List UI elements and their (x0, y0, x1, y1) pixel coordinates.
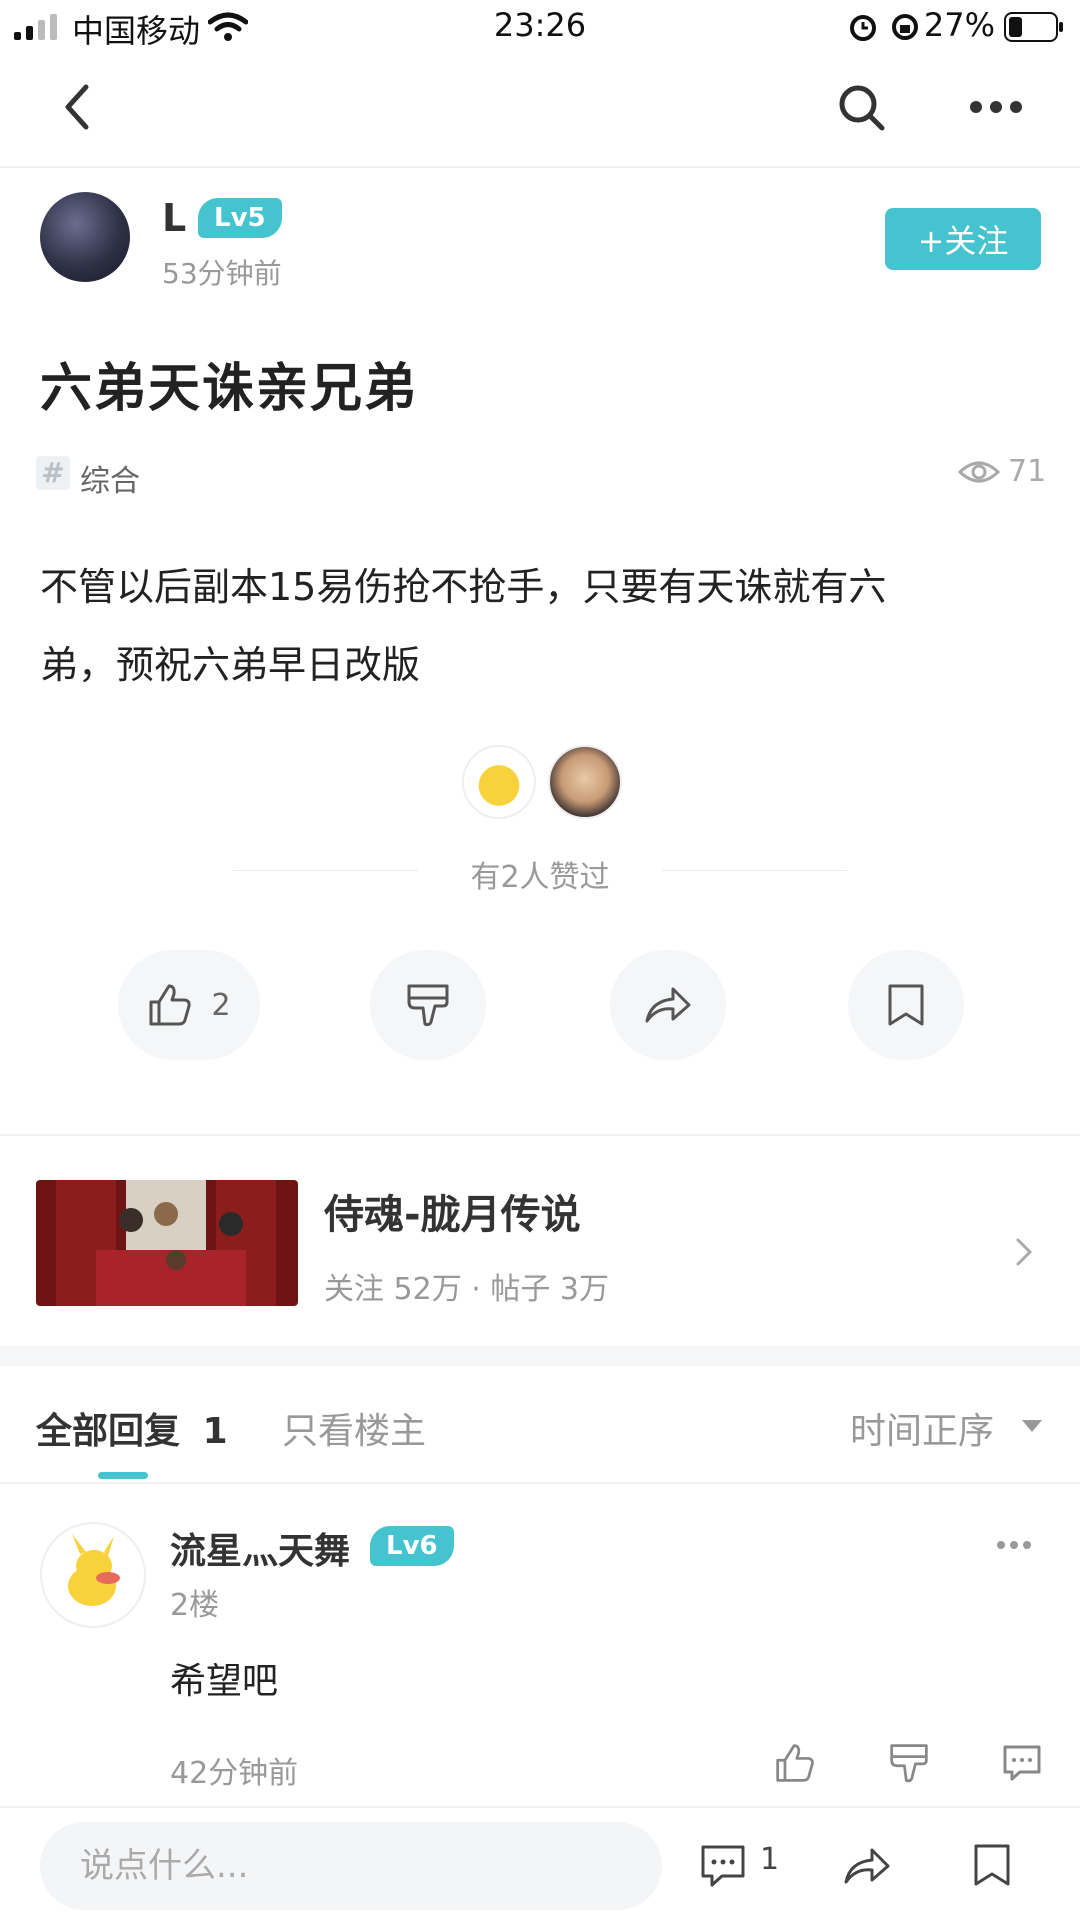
comment-text: 希望吧 (170, 1661, 279, 1702)
sort-selector[interactable]: 时间正序 (850, 1402, 994, 1454)
tab-all-count: 1 (202, 1411, 228, 1452)
comment-thumbs-down-icon[interactable] (888, 1742, 930, 1784)
eye-icon (958, 458, 1000, 486)
bookmark-icon (886, 982, 926, 1028)
liker-avatar[interactable] (462, 745, 536, 819)
post-tag[interactable]: 综合 (80, 456, 140, 500)
like-button[interactable]: 2 (118, 950, 260, 1060)
tab-all-label: 全部回复 (36, 1411, 181, 1452)
rotation-lock-icon (890, 12, 920, 42)
like-count: 2 (211, 987, 231, 1023)
bottom-share-icon[interactable] (842, 1846, 892, 1886)
back-icon[interactable] (62, 82, 92, 132)
author-avatar[interactable] (40, 192, 130, 282)
section-divider (0, 1346, 1080, 1366)
comment-reply-icon[interactable] (1002, 1744, 1042, 1782)
comment-floor: 2楼 (170, 1588, 220, 1623)
share-button[interactable] (610, 950, 726, 1060)
section-divider (0, 1134, 1080, 1136)
comment-count: 1 (760, 1842, 780, 1877)
chevron-right-icon[interactable] (1014, 1236, 1034, 1268)
thumbs-down-icon (405, 982, 451, 1028)
author-level-badge: Lv5 (198, 198, 282, 238)
sort-label: 时间正序 (850, 1411, 995, 1452)
post-time: 53分钟前 (162, 257, 282, 290)
hash-icon: # (36, 456, 70, 490)
post-content-line: 弟，预祝六弟早日改版 (40, 643, 421, 687)
dislike-button[interactable] (370, 950, 486, 1060)
commenter-name[interactable]: 流星灬天舞 (170, 1522, 350, 1574)
bookmark-button[interactable] (848, 950, 964, 1060)
section-divider (0, 1482, 1080, 1484)
liker-avatar[interactable] (548, 745, 622, 819)
battery-percent: 27% (923, 6, 995, 44)
caret-down-icon[interactable] (1022, 1420, 1042, 1432)
top-nav (0, 52, 1080, 168)
comment-input[interactable]: 说点什么... (40, 1822, 662, 1910)
commenter-level-badge: Lv6 (370, 1526, 454, 1566)
status-bar: 中国移动 23:26 27% (0, 0, 1080, 52)
tab-all-replies[interactable]: 全部回复 1 (36, 1402, 228, 1454)
follow-button[interactable]: +关注 (885, 208, 1041, 270)
post-title: 六弟天诛亲兄弟 (40, 359, 419, 419)
thumbs-up-icon (147, 982, 193, 1028)
battery-icon (1004, 12, 1066, 42)
liked-by-text[interactable]: 有2人赞过 (0, 852, 1080, 896)
forum-stats: 关注 52万 · 帖子 3万 (324, 1272, 609, 1307)
post-content-line: 不管以后副本15易伤抢不抢手，只要有天诛就有六 (40, 565, 887, 609)
search-icon[interactable] (838, 84, 886, 132)
comment-thumbs-up-icon[interactable] (774, 1742, 816, 1784)
tab-owner-only[interactable]: 只看楼主 (282, 1402, 426, 1454)
commenter-avatar[interactable] (40, 1522, 146, 1628)
view-count: 71 (1008, 454, 1047, 489)
forum-cover-image[interactable] (36, 1180, 298, 1306)
bottom-bookmark-icon[interactable] (972, 1842, 1012, 1888)
more-icon[interactable] (970, 100, 1022, 114)
share-icon (643, 985, 693, 1025)
comment-time: 42分钟前 (170, 1756, 299, 1791)
comment-more-icon[interactable] (996, 1540, 1032, 1550)
author-name[interactable]: L (162, 196, 186, 240)
alarm-icon (848, 12, 878, 42)
forum-name[interactable]: 侍魂-胧月传说 (324, 1182, 581, 1240)
post-content: 不管以后副本15易伤抢不抢手，只要有天诛就有六 弟，预祝六弟早日改版 (40, 548, 1020, 704)
tab-indicator (98, 1472, 148, 1479)
comment-icon[interactable] (700, 1844, 746, 1888)
